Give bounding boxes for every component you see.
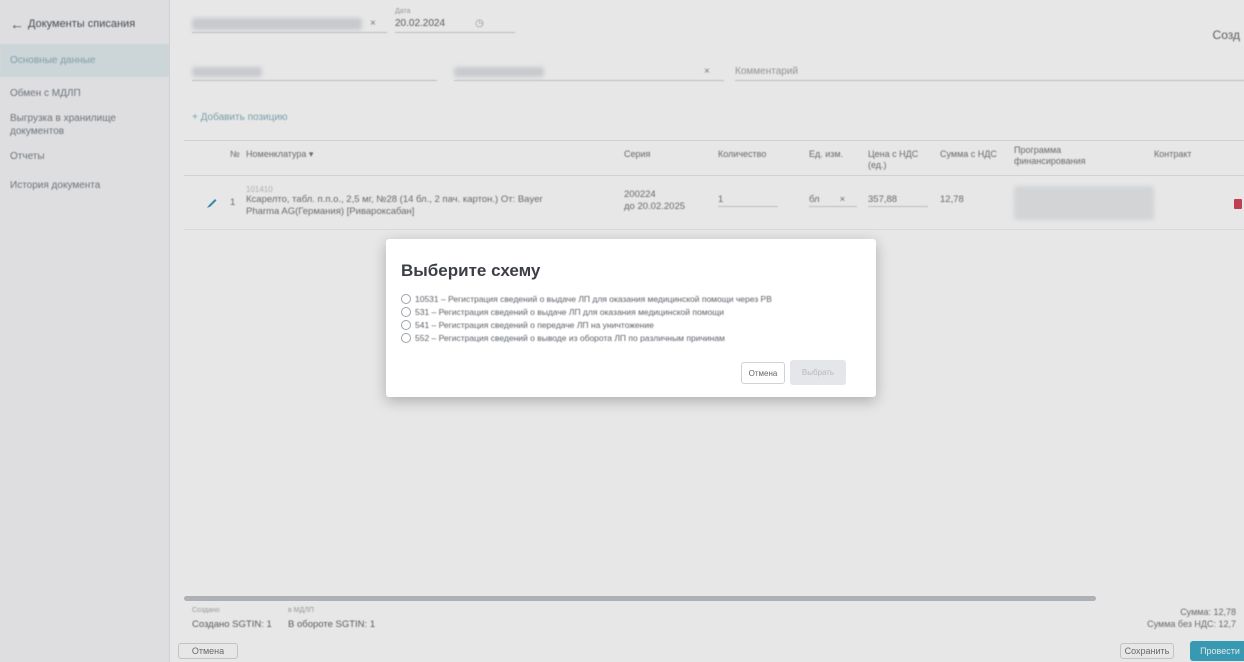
scheme-option-10531[interactable]: 10531 – Регистрация сведений о выдаче ЛП… xyxy=(401,294,772,304)
radio-icon[interactable] xyxy=(401,320,411,330)
dialog-title: Выберите схему xyxy=(401,261,541,280)
radio-icon[interactable] xyxy=(401,307,411,317)
scheme-option-label: 552 – Регистрация сведений о выводе из о… xyxy=(415,333,725,343)
scheme-option-label: 541 – Регистрация сведений о передаче ЛП… xyxy=(415,320,654,330)
radio-icon[interactable] xyxy=(401,333,411,343)
scheme-option-541[interactable]: 541 – Регистрация сведений о передаче ЛП… xyxy=(401,320,654,330)
scheme-option-531[interactable]: 531 – Регистрация сведений о выдаче ЛП д… xyxy=(401,307,724,317)
radio-icon[interactable] xyxy=(401,294,411,304)
scheme-option-label: 10531 – Регистрация сведений о выдаче ЛП… xyxy=(415,294,772,304)
dialog-select-button[interactable]: Выбрать xyxy=(790,360,846,385)
choose-scheme-dialog: Выберите схему 10531 – Регистрация сведе… xyxy=(386,239,876,397)
scheme-option-label: 531 – Регистрация сведений о выдаче ЛП д… xyxy=(415,307,725,317)
dialog-cancel-button[interactable]: Отмена xyxy=(741,362,785,384)
scheme-option-552[interactable]: 552 – Регистрация сведений о выводе из о… xyxy=(401,333,725,343)
